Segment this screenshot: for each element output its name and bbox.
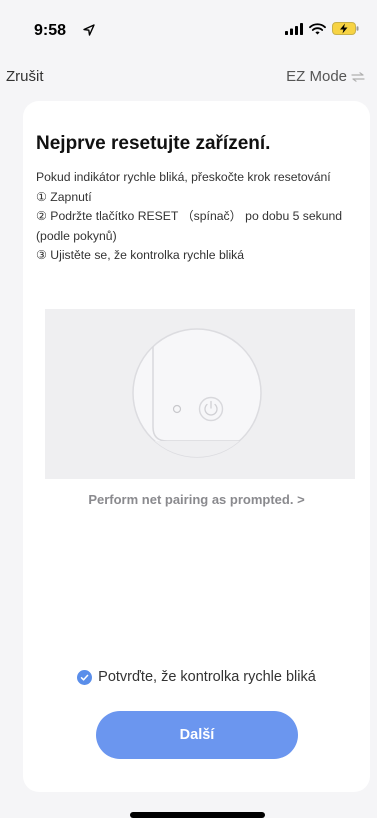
instruction-line: ② Podržte tlačítko RESET （spínač） po dob… — [36, 209, 343, 243]
confirm-blinking-checkbox[interactable]: Potvrďte, že kontrolka rychle bliká — [23, 669, 370, 685]
reset-card: Nejprve resetujte zařízení. Pokud indiká… — [23, 101, 370, 792]
location-arrow-icon — [83, 24, 95, 36]
device-drawing — [132, 328, 262, 458]
mode-label: EZ Mode — [286, 68, 347, 85]
confirm-label: Potvrďte, že kontrolka rychle bliká — [98, 669, 316, 685]
status-time: 9:58 — [34, 22, 67, 39]
instructions: Pokud indikátor rychle bliká, přeskočte … — [36, 168, 351, 266]
instruction-line: ③ Ujistěte se, že kontrolka rychle bliká — [36, 248, 245, 262]
switch-mode-icon — [351, 71, 365, 82]
nav-bar: Zrušit EZ Mode — [0, 62, 377, 92]
wifi-icon — [309, 22, 326, 34]
instruction-line: ① Zapnutí — [36, 189, 92, 204]
cancel-button[interactable]: Zrušit — [6, 68, 44, 85]
ez-mode-switch[interactable]: EZ Mode — [286, 68, 365, 85]
home-indicator — [130, 812, 265, 818]
next-button[interactable]: Další — [96, 711, 298, 759]
checkmark-icon[interactable] — [77, 669, 93, 685]
signal-icon — [285, 22, 303, 35]
battery-charging-icon — [332, 22, 359, 35]
pairing-guide-link[interactable]: Perform net pairing as prompted. > — [23, 492, 370, 507]
page-title: Nejprve resetujte zařízení. — [36, 133, 271, 154]
status-bar: 9:58 — [0, 0, 377, 48]
instruction-line: Pokud indikátor rychle bliká, přeskočte … — [36, 170, 331, 184]
device-illustration — [45, 309, 355, 479]
